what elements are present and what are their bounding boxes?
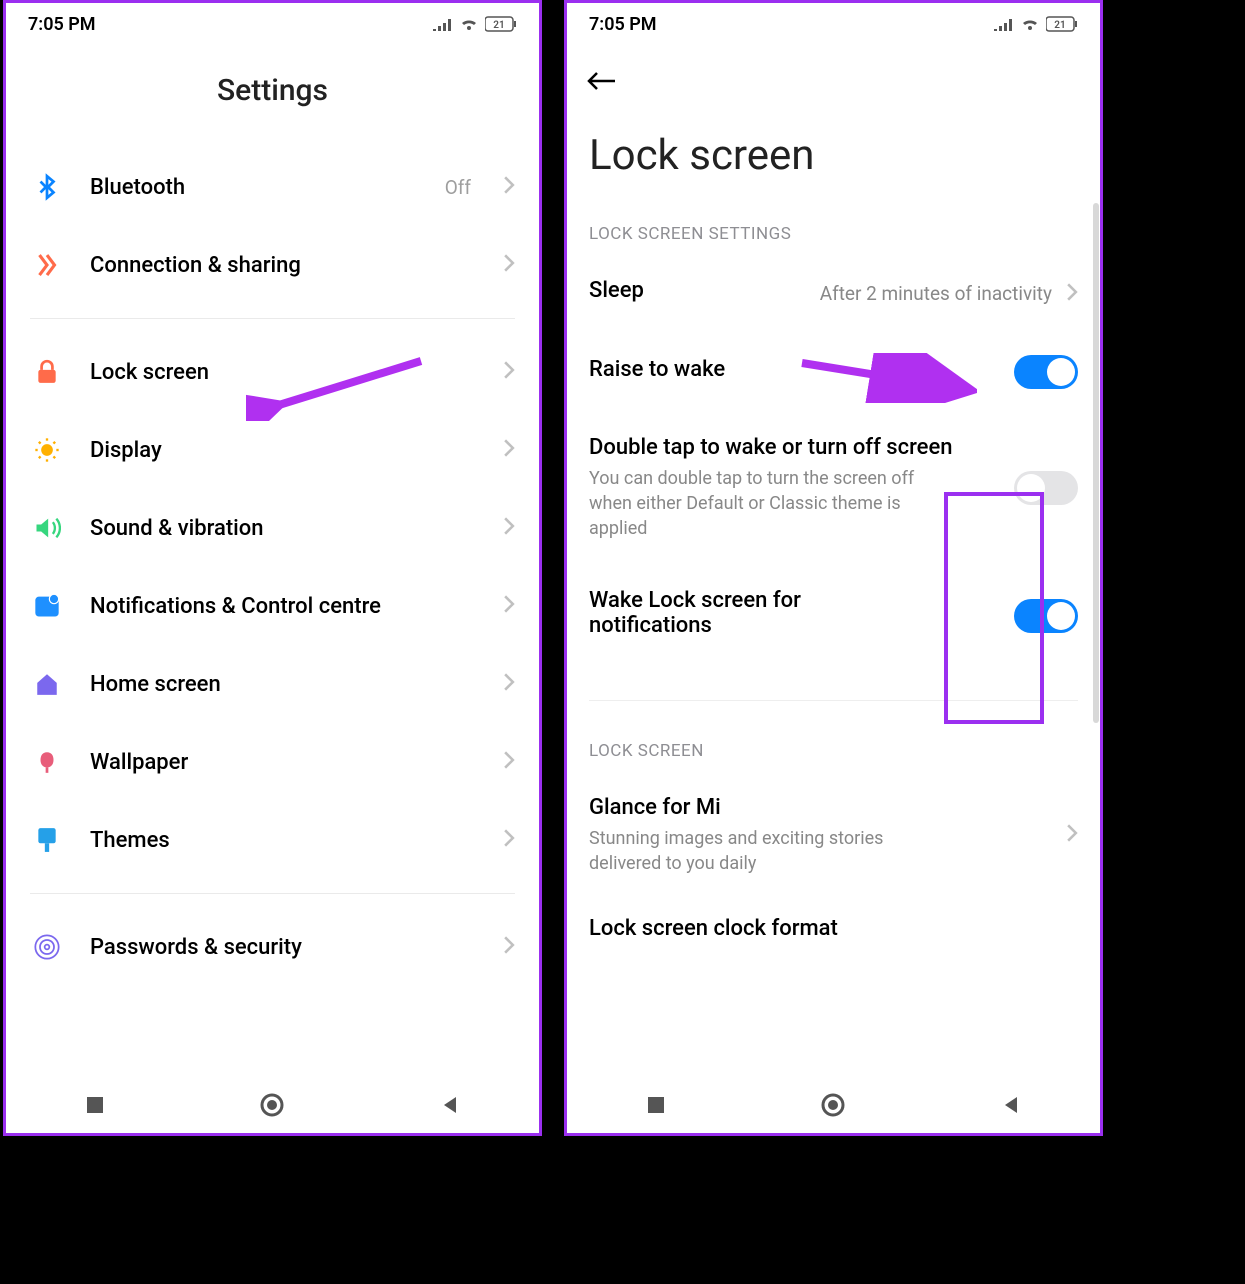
notifications-icon (30, 589, 64, 623)
phone-lock-screen: 7:05 PM 21 Lock screen LOCK SCREEN SETTI… (564, 0, 1103, 1136)
nav-home-button[interactable] (818, 1090, 848, 1120)
nav-back-button[interactable] (435, 1090, 465, 1120)
item-notifications-control[interactable]: Notifications & Control centre (30, 567, 515, 645)
item-label: Notifications & Control centre (90, 594, 477, 619)
nav-bar (6, 1077, 539, 1133)
themes-icon (30, 823, 64, 857)
signal-icon (994, 17, 1014, 31)
item-bluetooth[interactable]: Bluetooth Off (30, 148, 515, 226)
status-bar: 7:05 PM 21 (6, 3, 539, 45)
item-label: Sound & vibration (90, 516, 477, 541)
setting-desc: Stunning images and exciting stories del… (589, 826, 949, 876)
wifi-icon (459, 16, 479, 32)
item-home-screen[interactable]: Home screen (30, 645, 515, 723)
annotation-arrow-icon (246, 351, 426, 421)
nav-recent-button[interactable] (641, 1090, 671, 1120)
scrollbar[interactable] (1093, 203, 1099, 723)
setting-title: Lock screen clock format (589, 916, 1078, 941)
svg-text:21: 21 (493, 20, 504, 31)
nav-home-button[interactable] (257, 1090, 287, 1120)
setting-glance-for-mi[interactable]: Glance for Mi Stunning images and exciti… (567, 779, 1100, 892)
setting-value: After 2 minutes of inactivity (820, 282, 1052, 305)
item-passwords-security[interactable]: Passwords & security (30, 908, 515, 986)
chevron-right-icon (503, 254, 515, 276)
item-label: Home screen (90, 672, 477, 697)
item-label: Bluetooth (90, 175, 419, 200)
nav-bar (567, 1077, 1100, 1133)
setting-sleep[interactable]: Sleep After 2 minutes of inactivity (567, 262, 1100, 325)
phone-settings: 7:05 PM 21 Settings Bluetooth Off Connec… (3, 0, 542, 1136)
signal-icon (433, 17, 453, 31)
status-bar: 7:05 PM 21 (567, 3, 1100, 45)
svg-text:21: 21 (1054, 20, 1065, 31)
bluetooth-icon (30, 170, 64, 204)
chevron-right-icon (503, 673, 515, 695)
fingerprint-icon (30, 930, 64, 964)
status-icons: 21 (433, 16, 517, 32)
page-title: Settings (6, 45, 539, 148)
setting-desc: You can double tap to turn the screen of… (589, 466, 949, 542)
wifi-icon (1020, 16, 1040, 32)
item-value: Off (445, 176, 471, 199)
item-wallpaper[interactable]: Wallpaper (30, 723, 515, 801)
item-label: Passwords & security (90, 935, 477, 960)
status-icons: 21 (994, 16, 1078, 32)
item-connection-sharing[interactable]: Connection & sharing (30, 226, 515, 304)
battery-icon: 21 (485, 16, 517, 32)
item-label: Themes (90, 828, 477, 853)
annotation-arrow-icon (797, 353, 977, 403)
chevron-right-icon (503, 176, 515, 198)
item-display[interactable]: Display (30, 411, 515, 489)
nav-back-button[interactable] (996, 1090, 1026, 1120)
connection-icon (30, 248, 64, 282)
chevron-right-icon (503, 439, 515, 461)
chevron-right-icon (1066, 283, 1078, 305)
divider (30, 318, 515, 319)
chevron-right-icon (503, 936, 515, 958)
item-label: Wallpaper (90, 750, 477, 775)
setting-title: Sleep (589, 278, 806, 303)
page-title: Lock screen (567, 97, 1100, 210)
chevron-right-icon (1066, 824, 1078, 846)
battery-icon: 21 (1046, 16, 1078, 32)
toggle-raise-to-wake[interactable] (1014, 355, 1078, 389)
status-time: 7:05 PM (28, 14, 96, 35)
setting-title: Glance for Mi (589, 795, 1052, 820)
chevron-right-icon (503, 361, 515, 383)
chevron-right-icon (503, 595, 515, 617)
setting-title: Double tap to wake or turn off screen (589, 435, 1000, 460)
item-themes[interactable]: Themes (30, 801, 515, 879)
chevron-right-icon (503, 751, 515, 773)
status-time: 7:05 PM (589, 14, 657, 35)
setting-title: Wake Lock screen for notifications (589, 588, 909, 638)
setting-lock-clock-format[interactable]: Lock screen clock format (567, 892, 1100, 963)
divider (30, 893, 515, 894)
section-header: LOCK SCREEN SETTINGS (567, 210, 1100, 262)
item-label: Display (90, 438, 477, 463)
back-button[interactable] (585, 69, 617, 93)
display-icon (30, 433, 64, 467)
annotation-highlight-box (944, 492, 1044, 724)
chevron-right-icon (503, 829, 515, 851)
sound-icon (30, 511, 64, 545)
item-sound-vibration[interactable]: Sound & vibration (30, 489, 515, 567)
settings-list: Bluetooth Off Connection & sharing Lock … (6, 148, 539, 986)
nav-recent-button[interactable] (80, 1090, 110, 1120)
lock-icon (30, 355, 64, 389)
home-icon (30, 667, 64, 701)
section-header: LOCK SCREEN (567, 727, 1100, 779)
item-label: Connection & sharing (90, 253, 477, 278)
wallpaper-icon (30, 745, 64, 779)
chevron-right-icon (503, 517, 515, 539)
